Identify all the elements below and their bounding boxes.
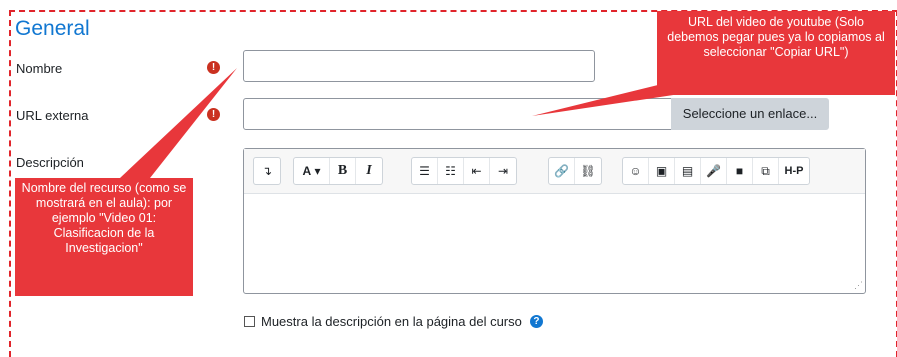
url-callout: URL del video de youtube (Solo debemos p… <box>657 11 895 95</box>
name-callout-arrow <box>120 68 237 178</box>
name-callout: Nombre del recurso (como se mostrará en … <box>15 178 193 296</box>
